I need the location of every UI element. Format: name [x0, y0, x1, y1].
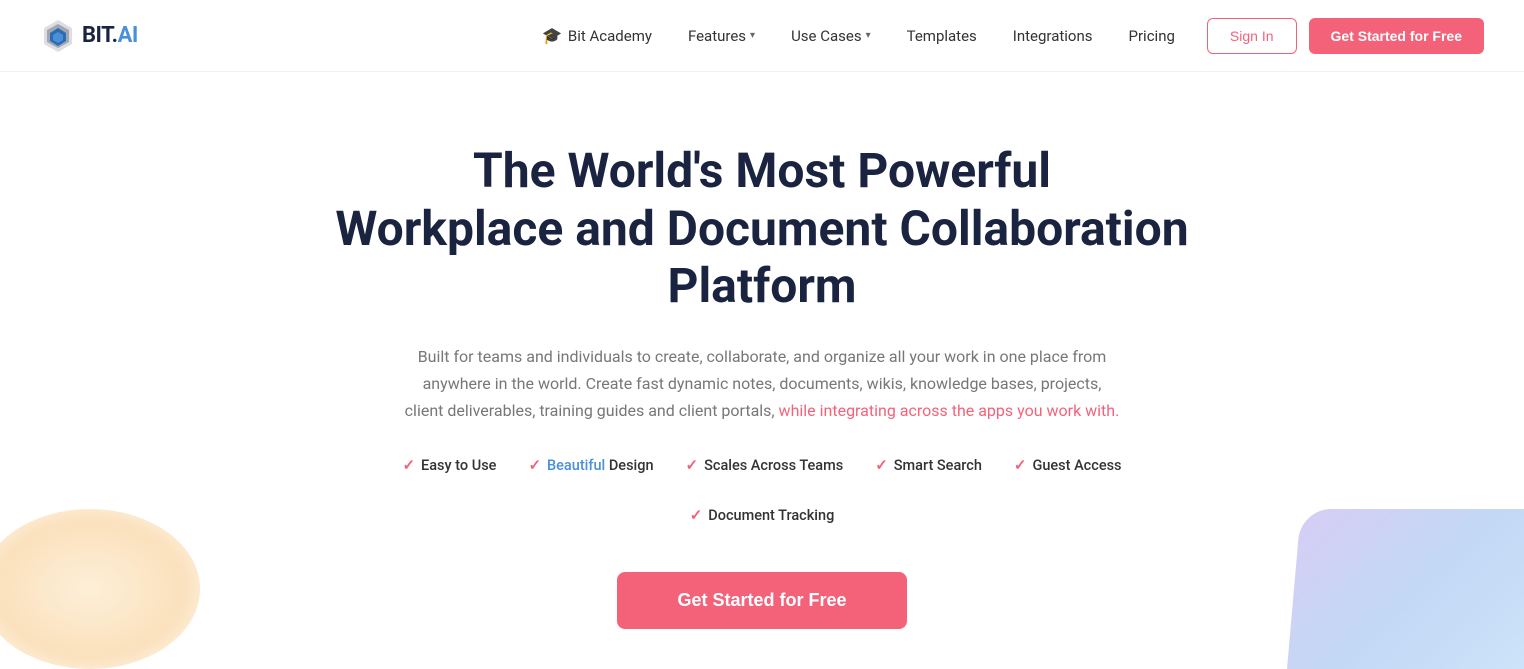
logo[interactable]: BIT.AI — [40, 18, 138, 54]
features-list: ✓ Easy to Use ✓ Beautiful Design ✓ Scale… — [332, 456, 1192, 524]
hero-subtitle: Built for teams and individuals to creat… — [402, 343, 1122, 425]
navigation: BIT.AI 🎓 Bit Academy Features ▾ Use Case… — [0, 0, 1524, 72]
hero-section: The World's Most Powerful Workplace and … — [0, 72, 1524, 669]
nav-features[interactable]: Features ▾ — [688, 27, 755, 45]
feature-smart-search: ✓ Smart Search — [875, 456, 982, 474]
chevron-down-icon: ▾ — [866, 30, 871, 41]
blob-right-decoration — [1287, 509, 1524, 669]
get-started-nav-button[interactable]: Get Started for Free — [1309, 18, 1484, 54]
graduation-icon: 🎓 — [542, 26, 562, 45]
nav-actions: Sign In Get Started for Free — [1207, 18, 1484, 54]
nav-bit-academy[interactable]: 🎓 Bit Academy — [542, 26, 652, 45]
signin-button[interactable]: Sign In — [1207, 18, 1297, 54]
subtitle-highlight: while integrating across the apps you wo… — [779, 401, 1120, 420]
feature-guest-access: ✓ Guest Access — [1014, 456, 1122, 474]
nav-integrations[interactable]: Integrations — [1013, 27, 1093, 45]
get-started-cta-button[interactable]: Get Started for Free — [617, 572, 906, 629]
nav-use-cases[interactable]: Use Cases ▾ — [791, 27, 871, 45]
check-icon: ✓ — [528, 456, 541, 474]
feature-scales-across-teams: ✓ Scales Across Teams — [686, 456, 844, 474]
feature-easy-to-use: ✓ Easy to Use — [402, 456, 496, 474]
check-icon: ✓ — [686, 456, 699, 474]
nav-links: 🎓 Bit Academy Features ▾ Use Cases ▾ Tem… — [542, 26, 1175, 45]
nav-templates[interactable]: Templates — [907, 27, 977, 45]
blob-left-decoration — [0, 509, 200, 669]
feature-document-tracking: ✓ Document Tracking — [690, 506, 835, 524]
check-icon: ✓ — [690, 506, 703, 524]
logo-icon — [40, 18, 76, 54]
logo-text: BIT.AI — [82, 23, 138, 48]
hero-content: The World's Most Powerful Workplace and … — [332, 142, 1192, 629]
feature-beautiful-design: ✓ Beautiful Design — [528, 456, 653, 474]
check-icon: ✓ — [875, 456, 888, 474]
nav-pricing[interactable]: Pricing — [1129, 27, 1175, 45]
check-icon: ✓ — [402, 456, 415, 474]
chevron-down-icon: ▾ — [750, 30, 755, 41]
hero-title: The World's Most Powerful Workplace and … — [332, 142, 1192, 315]
check-icon: ✓ — [1014, 456, 1027, 474]
